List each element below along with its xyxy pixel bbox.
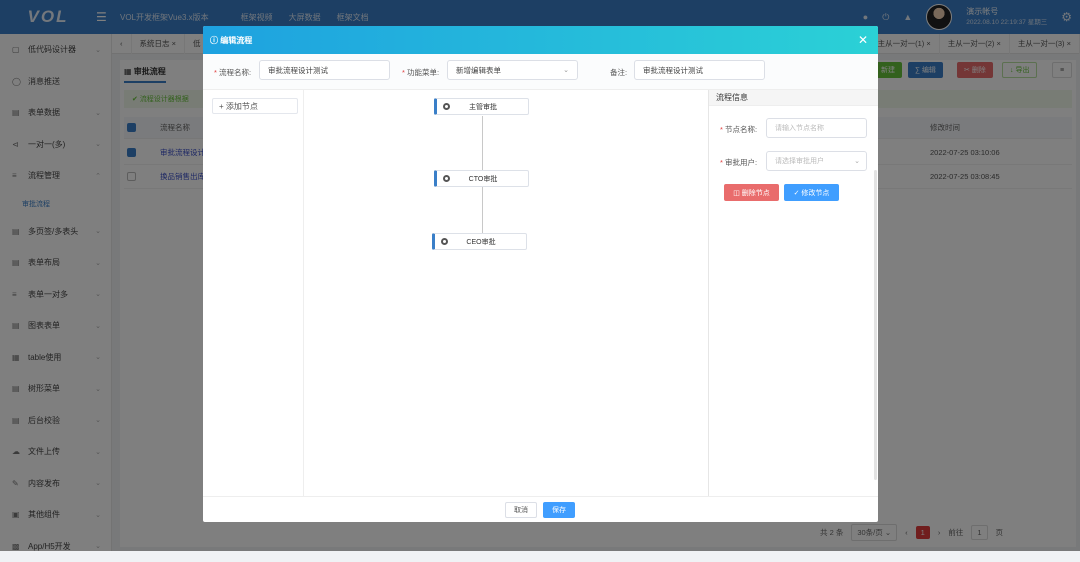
trash-icon: ◫: [733, 189, 742, 197]
flow-name-label: * 流程名称:: [214, 67, 251, 78]
node-icon: [441, 238, 448, 245]
flow-name-input[interactable]: 审批流程设计测试: [259, 60, 390, 80]
approver-select[interactable]: 请选择审批用户⌄: [766, 151, 867, 171]
approver-label: * 审批用户:: [720, 157, 757, 168]
menu-label: * 功能菜单:: [402, 67, 439, 78]
flow-canvas[interactable]: 主管审批 CTO审批 CEO审批: [304, 90, 708, 496]
connector-line: [482, 188, 483, 238]
flow-form: * 流程名称: 审批流程设计测试 * 功能菜单: 新增编辑表单⌄ 备注: 审批流…: [203, 54, 878, 90]
modify-node-button[interactable]: ✓ 修改节点: [784, 184, 839, 201]
dialog-footer: 取消 保存: [203, 496, 878, 522]
flow-node[interactable]: 主管审批: [434, 98, 529, 115]
node-icon: [443, 175, 450, 182]
remark-input[interactable]: 审批流程设计测试: [634, 60, 765, 80]
check-icon: ✓: [794, 189, 802, 197]
edit-flow-dialog: ⓘ 编辑流程 ✕ * 流程名称: 审批流程设计测试 * 功能菜单: 新增编辑表单…: [203, 26, 878, 522]
dialog-header: ⓘ 编辑流程 ✕: [203, 26, 878, 54]
save-button[interactable]: 保存: [543, 502, 575, 518]
node-name-input[interactable]: 请输入节点名称: [766, 118, 867, 138]
flow-node[interactable]: CEO审批: [432, 233, 527, 250]
plus-icon: +: [219, 102, 226, 111]
remark-label: 备注:: [610, 67, 627, 78]
menu-select[interactable]: 新增编辑表单⌄: [447, 60, 578, 80]
panel-scrollbar[interactable]: [874, 170, 877, 480]
close-icon[interactable]: ✕: [858, 33, 868, 47]
node-name-label: * 节点名称:: [720, 124, 757, 135]
flow-info-title: 流程信息: [709, 90, 878, 106]
cancel-button[interactable]: 取消: [505, 502, 537, 518]
node-icon: [443, 103, 450, 110]
add-node-button[interactable]: + 添加节点: [212, 98, 298, 114]
chevron-down-icon: ⌄: [854, 157, 860, 165]
flow-node[interactable]: CTO审批: [434, 170, 529, 187]
node-toolbox: + 添加节点: [203, 90, 304, 496]
info-icon: ⓘ: [210, 35, 220, 46]
dialog-title: 编辑流程: [220, 35, 252, 46]
chevron-down-icon: ⌄: [563, 66, 569, 74]
delete-node-button[interactable]: ◫ 删除节点: [724, 184, 779, 201]
flow-info-panel: 流程信息 * 节点名称: 请输入节点名称 * 审批用户: 请选择审批用户⌄ ◫ …: [708, 90, 878, 496]
